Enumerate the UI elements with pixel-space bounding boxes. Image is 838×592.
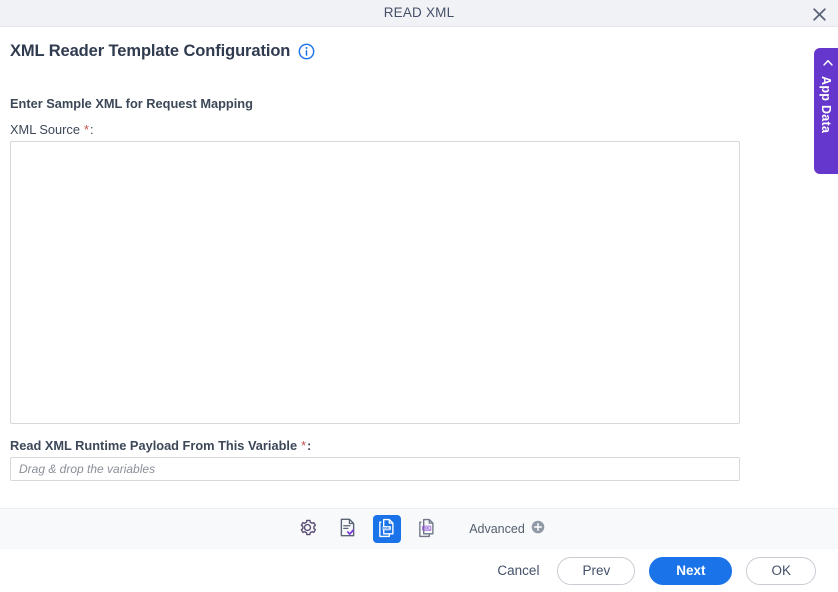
xml-source-textarea[interactable] (10, 141, 740, 424)
document-check-icon (337, 517, 358, 541)
dialog-footer: Cancel Prev Next OK (0, 549, 838, 592)
xml-file-icon-active: XML (376, 517, 398, 542)
runtime-variable-input[interactable] (10, 457, 740, 481)
app-data-label: App Data (819, 76, 833, 134)
prev-button[interactable]: Prev (557, 556, 636, 585)
dialog-title-bar: READ XML (0, 0, 838, 27)
xml-source-label-text: XML Source (10, 122, 80, 137)
xml-source-label: XML Source *: (10, 122, 94, 137)
xml-file-icon: XML (416, 517, 438, 542)
close-button[interactable] (808, 3, 830, 25)
label-colon: : (89, 122, 94, 137)
xml-file-button[interactable]: XML (413, 515, 441, 543)
sample-xml-section-label: Enter Sample XML for Request Mapping (10, 96, 253, 111)
ok-button[interactable]: OK (746, 556, 816, 585)
document-check-button[interactable] (333, 515, 361, 543)
settings-gear-button[interactable] (293, 515, 321, 543)
required-marker: * (83, 122, 89, 137)
chevron-left-icon (817, 58, 835, 69)
svg-text:XML: XML (423, 526, 432, 530)
runtime-variable-label: Read XML Runtime Payload From This Varia… (10, 438, 311, 453)
next-button[interactable]: Next (649, 556, 733, 585)
page-heading: XML Reader Template Configuration (10, 42, 315, 61)
app-data-panel-tab[interactable]: App Data (814, 48, 838, 174)
close-icon (812, 7, 826, 21)
settings-gear-icon (297, 517, 318, 541)
label-colon: : (307, 438, 312, 453)
runtime-variable-label-text: Read XML Runtime Payload From This Varia… (10, 438, 298, 453)
mode-toolbar: XML XML Advanced (0, 508, 838, 549)
info-icon[interactable] (298, 43, 315, 60)
advanced-toggle[interactable]: Advanced (469, 520, 545, 539)
page-title: XML Reader Template Configuration (10, 42, 291, 60)
plus-circle-icon (531, 520, 545, 539)
xml-template-button-active[interactable]: XML (373, 515, 402, 543)
svg-text:XML: XML (383, 526, 392, 530)
cancel-button[interactable]: Cancel (493, 557, 543, 585)
dialog-title: READ XML (383, 5, 455, 20)
required-marker: * (301, 438, 307, 453)
advanced-label: Advanced (469, 522, 525, 536)
